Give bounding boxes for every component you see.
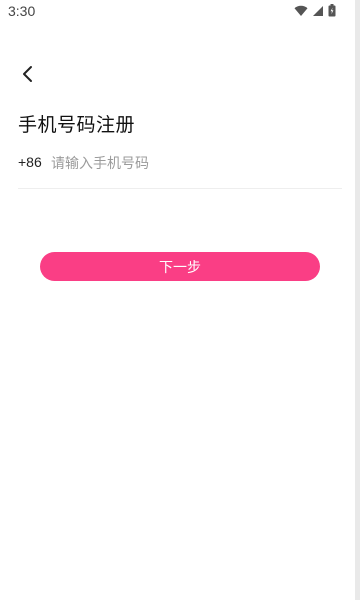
signal-icon <box>312 5 324 17</box>
next-button[interactable]: 下一步 <box>40 252 320 281</box>
country-code: +86 <box>18 154 42 170</box>
scrollbar-track <box>355 0 360 600</box>
phone-field-row: +86 <box>18 150 342 189</box>
page-title: 手机号码注册 <box>18 114 136 136</box>
phone-number-input[interactable] <box>51 152 331 176</box>
phone-registration-screen: 3:30 手机号码注册 +86 请输入手机号码 下一步 <box>0 0 360 600</box>
status-bar: 3:30 <box>0 0 360 24</box>
chevron-left-icon <box>21 65 35 87</box>
wifi-icon <box>294 5 308 17</box>
status-time: 3:30 <box>8 3 36 19</box>
status-icons <box>294 4 336 17</box>
back-button[interactable] <box>14 62 42 90</box>
battery-icon <box>328 4 336 17</box>
